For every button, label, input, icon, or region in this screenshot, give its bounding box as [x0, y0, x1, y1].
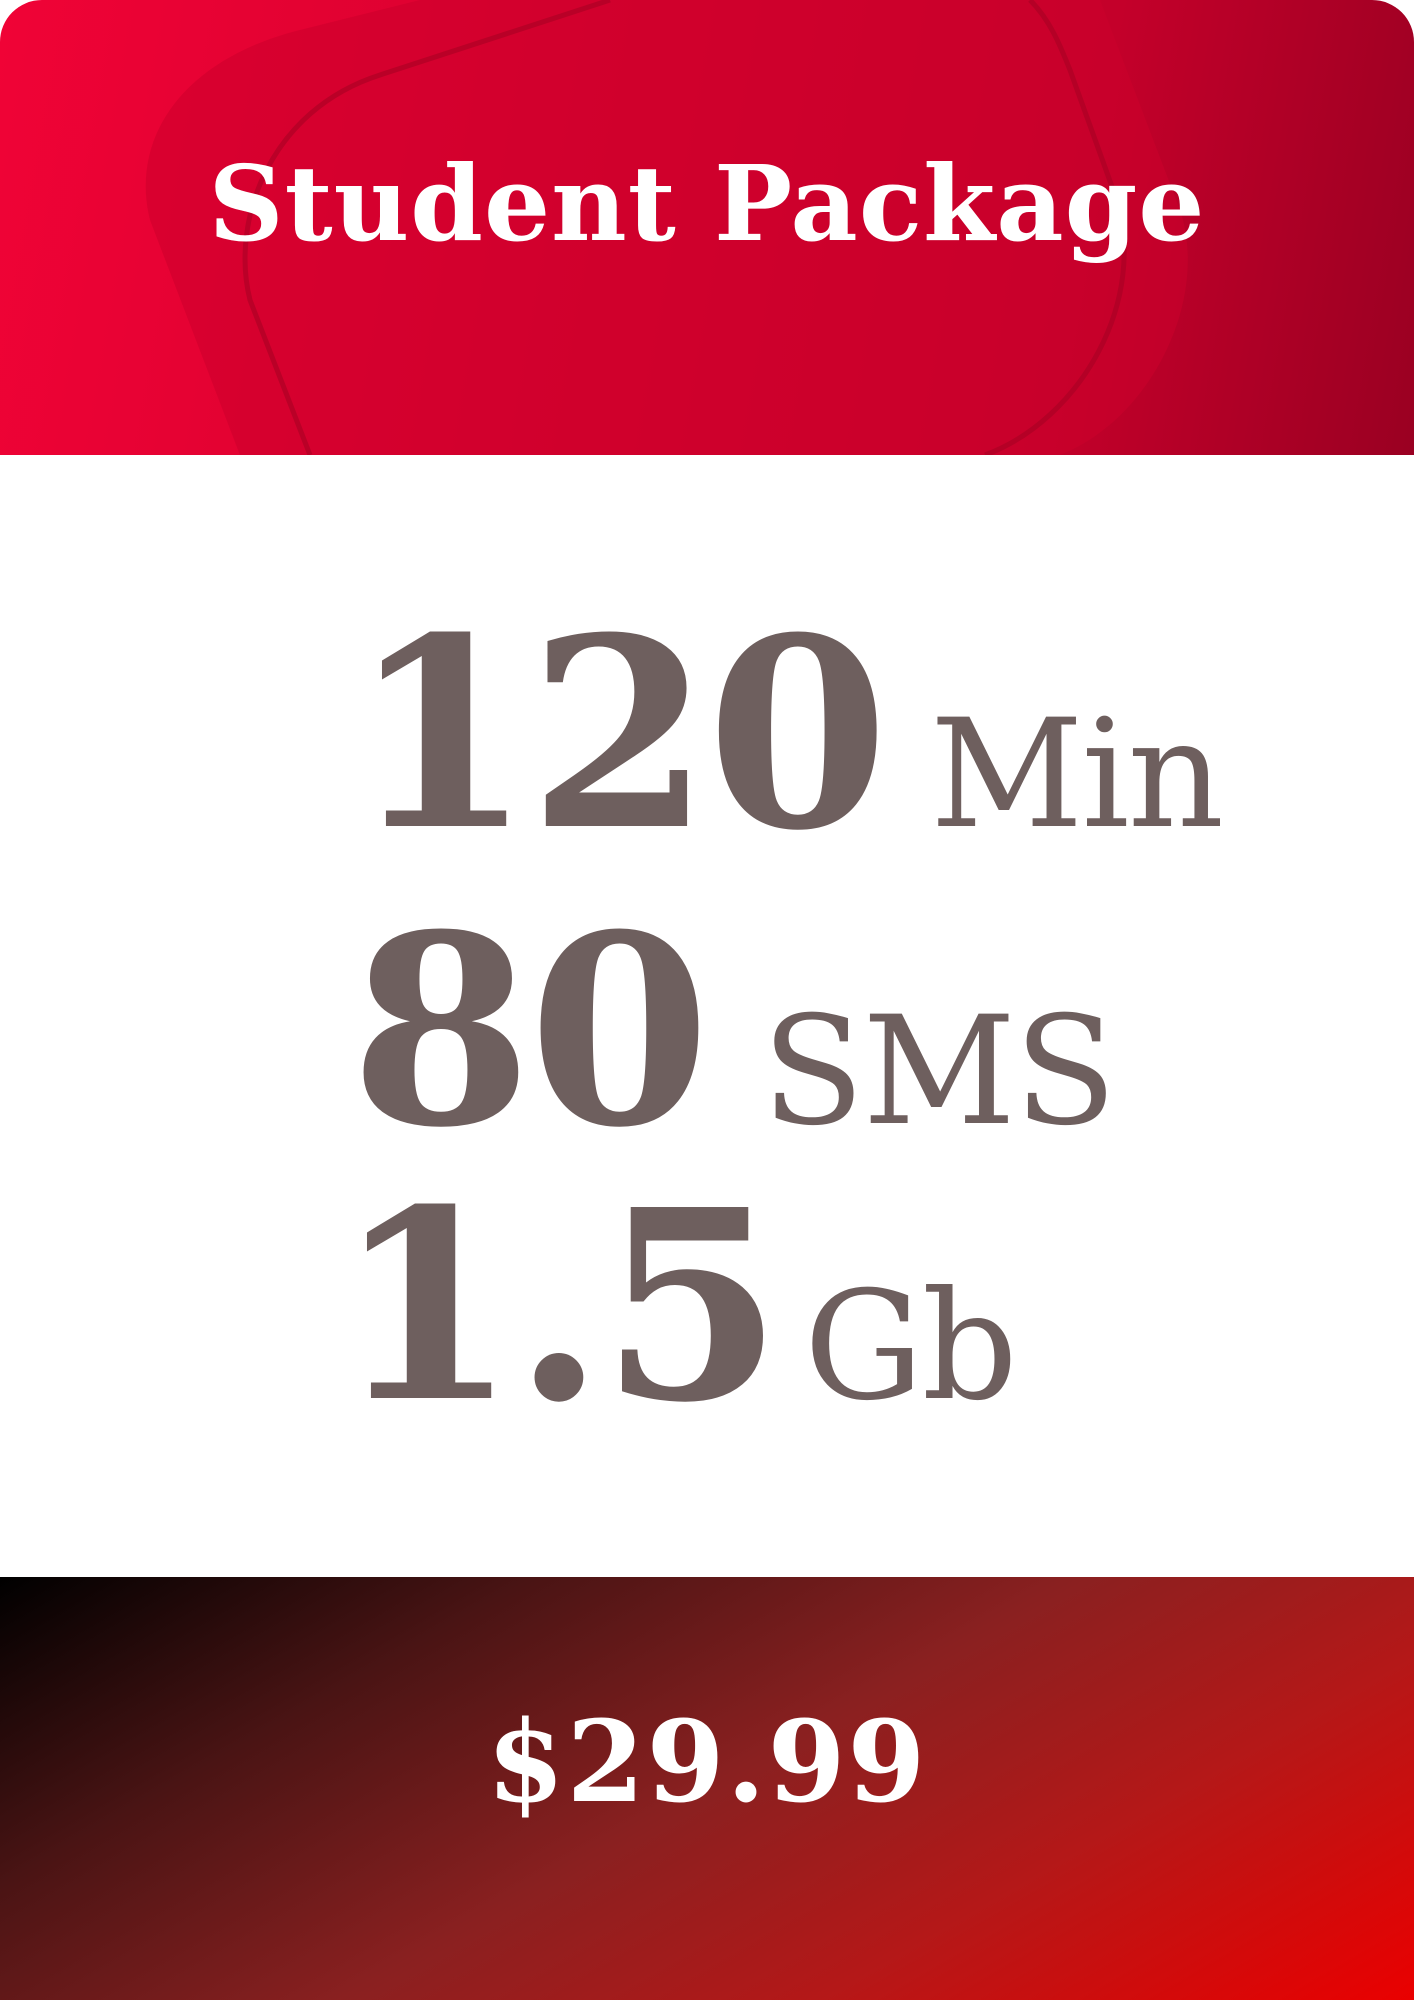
sms-value: 80: [350, 877, 711, 1185]
minutes-unit: Min: [930, 688, 1224, 862]
data-value: 1.5: [335, 1152, 783, 1460]
price-label: $29.99: [486, 1697, 928, 1828]
sms-feature: 80 SMS: [350, 900, 1117, 1162]
package-title: Student Package: [208, 142, 1206, 265]
package-features: 120 Min 80 SMS 1.5 Gb: [0, 455, 1414, 1577]
minutes-feature: 120 Min: [350, 603, 1224, 865]
data-feature: 1.5 Gb: [335, 1175, 1018, 1437]
data-unit: Gb: [803, 1260, 1018, 1434]
sms-unit: SMS: [761, 985, 1117, 1159]
price-band: $29.99: [0, 1577, 1414, 2000]
minutes-value: 120: [350, 580, 889, 888]
package-header: Student Package: [0, 0, 1414, 455]
